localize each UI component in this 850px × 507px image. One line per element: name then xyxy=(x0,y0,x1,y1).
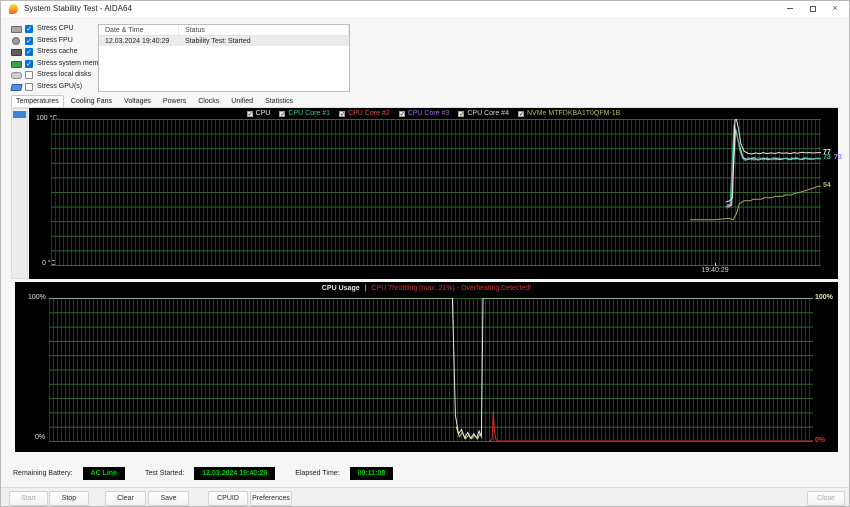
stress-option-fpu[interactable]: ✓ Stress FPU xyxy=(11,36,99,47)
current-value-label: 100% xyxy=(815,294,833,301)
legend-checkbox-icon[interactable]: ✓ xyxy=(339,110,345,118)
legend-item-nvme[interactable]: ✓ NVMe MTFDKBA1T0QFM-1B xyxy=(517,110,620,118)
elapsed-time-value: 00:11:08 xyxy=(349,467,394,480)
action-bar: Start Stop Clear Save CPUID Preferences … xyxy=(1,487,849,506)
chart-scrollbar[interactable] xyxy=(11,108,28,279)
cpuid-button[interactable]: CPUID xyxy=(208,491,248,506)
current-value-label: 73 xyxy=(834,154,842,162)
tab-unified[interactable]: Unified xyxy=(226,95,258,107)
disk-icon xyxy=(11,72,22,79)
log-status: Stability Test: Started xyxy=(185,37,251,45)
start-button[interactable]: Start xyxy=(9,491,48,506)
table-row[interactable]: 12.03.2024 19:40:29 Stability Test: Star… xyxy=(99,36,349,46)
cpu-usage-label: CPU Usage xyxy=(321,285,360,292)
battery-label: Remaining Battery: xyxy=(13,470,73,477)
temperature-legend: ✓ CPU ✓ CPU Core #1 ✓ CPU Core #2 ✓ CPU Core… xyxy=(29,110,838,118)
elapsed-time-label: Elapsed Time: xyxy=(295,470,340,477)
chart-tabs: Temperatures Cooling Fans Voltages Power… xyxy=(11,93,841,108)
stress-memory-checkbox[interactable]: ✓ xyxy=(25,59,33,68)
stop-button[interactable]: Stop xyxy=(49,491,89,506)
stress-disks-checkbox[interactable]: ✓ xyxy=(25,71,33,79)
legend-item-cpu-core-3[interactable]: ✓ CPU Core #3 xyxy=(398,110,449,118)
stress-option-label: Stress cache xyxy=(37,48,78,55)
x-axis-time-label: 19:40:29 xyxy=(701,267,729,274)
save-button[interactable]: Save xyxy=(148,491,189,506)
stress-option-local-disks[interactable]: ✓ Stress local disks xyxy=(11,70,99,81)
cpu-usage-chart: CPU Usage | CPU Throttling (max: 21%) - … xyxy=(15,282,838,452)
current-value-label: 0% xyxy=(815,437,826,444)
cache-icon xyxy=(11,49,22,56)
clear-button[interactable]: Clear xyxy=(105,491,146,506)
legend-checkbox-icon[interactable]: ✓ xyxy=(517,110,524,118)
stress-option-cache[interactable]: ✓ Stress cache xyxy=(11,47,99,58)
legend-checkbox-icon[interactable]: ✓ xyxy=(246,110,253,118)
column-header-datetime[interactable]: Date & Time xyxy=(99,25,179,35)
title-separator: | xyxy=(364,285,367,292)
tab-cooling-fans[interactable]: Cooling Fans xyxy=(66,95,117,107)
test-started-value: 12.03.2024 19:40:29 xyxy=(194,467,276,480)
preferences-button[interactable]: Preferences xyxy=(250,491,292,506)
legend-checkbox-icon[interactable]: ✓ xyxy=(398,110,405,118)
status-bar: Remaining Battery: AC Line Test Started:… xyxy=(1,461,849,486)
legend-checkbox-icon[interactable]: ✓ xyxy=(279,110,285,118)
maximize-icon[interactable] xyxy=(802,1,824,17)
legend-item-cpu[interactable]: ✓ CPU xyxy=(246,110,270,118)
window-title: System Stability Test - AIDA64 xyxy=(24,4,132,13)
y-axis-max-label: 100% xyxy=(28,294,46,301)
stress-option-gpus[interactable]: ✓ Stress GPU(s) xyxy=(10,82,99,93)
legend-checkbox-icon[interactable]: ✓ xyxy=(458,110,464,118)
fpu-icon xyxy=(12,36,20,45)
legend-item-cpu-core-4[interactable]: ✓ CPU Core #4 xyxy=(458,110,509,118)
table-header: Date & Time Status xyxy=(99,25,349,36)
current-value-label: 73 xyxy=(823,154,831,162)
titlebar: System Stability Test - AIDA64 × xyxy=(1,1,849,17)
column-header-status[interactable]: Status xyxy=(179,25,349,35)
y-axis-min-label: 0% xyxy=(35,434,46,441)
stress-fpu-checkbox[interactable]: ✓ xyxy=(25,36,33,45)
cpu-icon xyxy=(11,26,22,33)
current-value-label: 54 xyxy=(823,182,831,190)
stress-gpus-checkbox[interactable]: ✓ xyxy=(25,82,33,91)
stress-option-label: Stress local disks xyxy=(37,71,92,78)
stress-option-label: Stress CPU xyxy=(37,25,74,32)
close-window-icon[interactable]: × xyxy=(824,1,846,17)
cpu-usage-plot-area xyxy=(49,298,813,442)
tab-powers[interactable]: Powers xyxy=(158,95,191,107)
legend-item-cpu-core-1[interactable]: ✓ CPU Core #1 xyxy=(279,110,330,118)
close-button[interactable]: Close xyxy=(807,491,845,506)
stability-log-table: Date & Time Status 12.03.2024 19:40:29 S… xyxy=(98,24,350,92)
battery-value: AC Line xyxy=(82,467,125,480)
cpu-usage-title: CPU Usage | CPU Throttling (max: 21%) - … xyxy=(15,285,838,292)
throttling-warning-label: CPU Throttling (max: 21%) - Overheating … xyxy=(371,285,532,292)
stress-option-system-memory[interactable]: ✓ Stress system memory xyxy=(11,59,108,70)
test-started-label: Test Started: xyxy=(144,470,185,477)
temperature-plot-area xyxy=(51,119,821,266)
x-axis-tick xyxy=(715,263,716,266)
tab-voltages[interactable]: Voltages xyxy=(119,95,156,107)
aida64-logo-icon xyxy=(9,4,18,14)
tab-statistics[interactable]: Statistics xyxy=(260,95,298,107)
stress-cpu-checkbox[interactable]: ✓ xyxy=(25,25,33,33)
temperature-chart: ✓ CPU ✓ CPU Core #1 ✓ CPU Core #2 ✓ CPU Core… xyxy=(29,108,842,279)
tab-clocks[interactable]: Clocks xyxy=(193,95,224,107)
memory-icon xyxy=(11,60,22,68)
legend-item-cpu-core-2[interactable]: ✓ CPU Core #2 xyxy=(339,110,390,118)
stress-cache-checkbox[interactable]: ✓ xyxy=(25,48,33,56)
minimize-icon[interactable] xyxy=(779,1,801,17)
stress-option-cpu[interactable]: ✓ Stress CPU xyxy=(11,24,99,35)
system-stability-test-window: System Stability Test - AIDA64 × ✓ Stres… xyxy=(0,0,850,507)
stress-options-panel: ✓ Stress CPU ✓ Stress FPU ✓ Stress cache… xyxy=(10,24,108,94)
stress-option-label: Stress GPU(s) xyxy=(37,82,83,90)
stress-option-label: Stress FPU xyxy=(37,36,73,44)
log-datetime: 12.03.2024 19:40:29 xyxy=(105,37,170,45)
tab-temperatures[interactable]: Temperatures xyxy=(11,95,64,107)
scrollbar-thumb[interactable] xyxy=(13,111,26,118)
gpu-icon xyxy=(10,83,23,91)
